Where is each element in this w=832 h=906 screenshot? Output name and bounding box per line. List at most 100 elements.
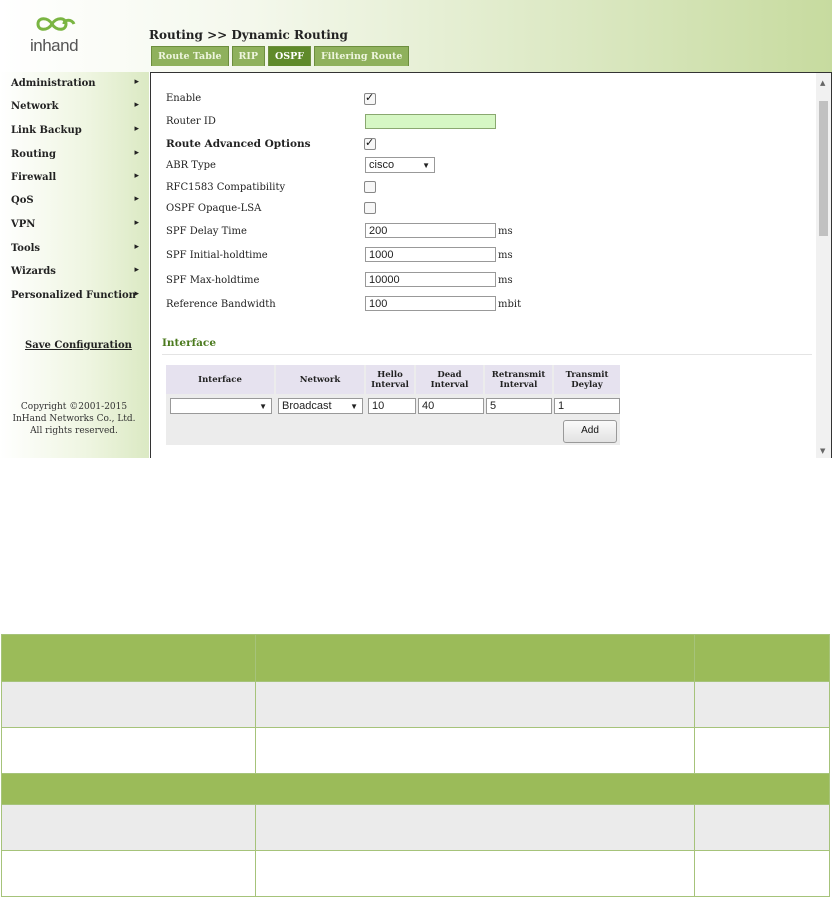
chevron-right-icon: ▸ — [134, 124, 139, 134]
interface-section-title: Interface — [162, 337, 217, 349]
scroll-up-icon[interactable]: ▲ — [820, 79, 825, 87]
reference-bandwidth-label: Reference Bandwidth — [166, 299, 276, 310]
table-cell — [255, 804, 695, 851]
spf-delay-time-input[interactable]: 200 — [365, 223, 496, 238]
router-id-input[interactable] — [365, 114, 496, 129]
sidebar-item-link-backup[interactable]: Link Backup ▸ — [11, 124, 141, 136]
router-web-ui-screenshot: inhand Routing >> Dynamic Routing Route … — [0, 0, 832, 458]
col-header-network: Network — [276, 365, 364, 394]
chevron-down-icon: ▼ — [350, 402, 358, 411]
sidebar: Administration ▸ Network ▸ Link Backup ▸ Ro… — [0, 72, 149, 458]
sidebar-item-firewall[interactable]: Firewall ▸ — [11, 171, 141, 183]
interface-select[interactable]: ▼ — [170, 398, 272, 414]
spf-max-holdtime-label: SPF Max-holdtime — [166, 275, 260, 286]
table-cell — [694, 727, 830, 774]
sidebar-item-tools[interactable]: Tools ▸ — [11, 242, 141, 254]
hello-interval-input[interactable]: 10 — [368, 398, 416, 414]
spf-max-holdtime-input[interactable]: 10000 — [365, 272, 496, 287]
parameter-table — [1, 634, 830, 897]
ospf-settings-panel: Enable Router ID Route Advanced Options … — [150, 72, 832, 458]
table-header-cell — [1, 634, 256, 682]
tab-route-table[interactable]: Route Table — [151, 46, 229, 66]
interface-table: Interface Network Hello Interval Dead Inte… — [166, 365, 620, 445]
header-line: Deylay — [571, 379, 603, 390]
table-header-cell — [694, 634, 830, 682]
ospf-opaque-lsa-label: OSPF Opaque-LSA — [166, 203, 262, 214]
sidebar-item-qos[interactable]: QoS ▸ — [11, 194, 141, 206]
col-header-retransmit-interval: Retransmit Interval — [485, 365, 552, 394]
header-line: Hello — [377, 369, 403, 380]
sidebar-item-label: Personalized Function — [11, 290, 136, 301]
chevron-right-icon: ▸ — [134, 289, 139, 299]
table-cell — [1, 804, 256, 851]
tab-filtering-route[interactable]: Filtering Route — [314, 46, 410, 66]
reference-bandwidth-input[interactable]: 100 — [365, 296, 496, 311]
chevron-right-icon: ▸ — [134, 148, 139, 158]
dead-interval-input[interactable]: 40 — [418, 398, 484, 414]
route-advanced-options-label: Route Advanced Options — [166, 138, 311, 150]
table-cell — [255, 727, 695, 774]
tab-rip[interactable]: RIP — [231, 46, 265, 66]
rfc1583-checkbox[interactable] — [364, 181, 376, 193]
table-row — [1, 727, 830, 774]
chevron-right-icon: ▸ — [134, 77, 139, 87]
table-row — [1, 850, 830, 897]
chevron-right-icon: ▸ — [134, 265, 139, 275]
rfc1583-label: RFC1583 Compatibility — [166, 182, 286, 193]
header-line: Interval — [371, 379, 409, 390]
scroll-down-icon[interactable]: ▼ — [820, 447, 825, 455]
table-cell — [694, 804, 830, 851]
table-cell — [1, 681, 256, 728]
network-value: Broadcast — [282, 400, 332, 412]
sidebar-item-network[interactable]: Network ▸ — [11, 100, 141, 112]
tab-bar: Route Table RIP OSPF Filtering Route — [151, 46, 410, 67]
ospf-opaque-lsa-checkbox[interactable] — [364, 202, 376, 214]
inhand-logo: inhand — [28, 14, 88, 60]
sidebar-item-label: Link Backup — [11, 125, 82, 136]
enable-label: Enable — [166, 93, 202, 104]
logo-mark-icon — [36, 17, 76, 31]
chevron-right-icon: ▸ — [134, 194, 139, 204]
chevron-right-icon: ▸ — [134, 171, 139, 181]
table-row — [1, 681, 830, 728]
spf-initial-holdtime-input[interactable]: 1000 — [365, 247, 496, 262]
table-header-cell — [255, 634, 695, 682]
spf-delay-time-label: SPF Delay Time — [166, 226, 247, 237]
abr-type-select[interactable]: cisco ▼ — [365, 157, 435, 173]
copyright-text: Copyright ©2001-2015 InHand Networks Co.… — [4, 401, 144, 437]
scrollbar-thumb[interactable] — [819, 101, 828, 236]
copyright-line: Copyright ©2001-2015 — [20, 402, 128, 412]
col-header-hello-interval: Hello Interval — [366, 365, 414, 394]
sidebar-item-routing[interactable]: Routing ▸ — [11, 148, 141, 160]
network-select[interactable]: Broadcast ▼ — [278, 398, 363, 414]
transmit-delay-input[interactable]: 1 — [554, 398, 620, 414]
save-configuration-link[interactable]: Save Configuration — [25, 340, 132, 351]
spf-initial-holdtime-unit: ms — [498, 250, 513, 261]
sidebar-item-label: Firewall — [11, 172, 57, 183]
sidebar-item-label: VPN — [11, 219, 36, 230]
chevron-right-icon: ▸ — [134, 100, 139, 110]
route-advanced-options-checkbox[interactable] — [364, 136, 376, 150]
sidebar-item-wizards[interactable]: Wizards ▸ — [11, 265, 141, 277]
spf-initial-holdtime-label: SPF Initial-holdtime — [166, 250, 268, 261]
spf-delay-time-unit: ms — [498, 226, 513, 237]
vertical-scrollbar[interactable]: ▲ ▼ — [816, 73, 831, 458]
sidebar-item-personalized-function[interactable]: Personalized Function ▸ — [11, 289, 141, 301]
table-group-cell — [1, 773, 830, 805]
sidebar-item-vpn[interactable]: VPN ▸ — [11, 218, 141, 230]
sidebar-item-label: QoS — [11, 195, 34, 206]
sidebar-item-label: Network — [11, 101, 59, 112]
chevron-down-icon: ▼ — [259, 402, 267, 411]
tab-ospf[interactable]: OSPF — [267, 46, 312, 66]
sidebar-item-label: Wizards — [11, 266, 56, 277]
enable-checkbox[interactable] — [364, 91, 376, 105]
col-header-dead-interval: Dead Interval — [416, 365, 483, 394]
abr-type-value: cisco — [369, 159, 395, 171]
retransmit-interval-input[interactable]: 5 — [486, 398, 552, 414]
chevron-right-icon: ▸ — [134, 242, 139, 252]
sidebar-item-administration[interactable]: Administration ▸ — [11, 77, 141, 89]
sidebar-item-label: Administration — [11, 78, 96, 89]
chevron-down-icon: ▼ — [422, 161, 430, 170]
add-interface-button[interactable]: Add — [563, 420, 617, 443]
header-bar: inhand Routing >> Dynamic Routing Route … — [0, 0, 832, 72]
